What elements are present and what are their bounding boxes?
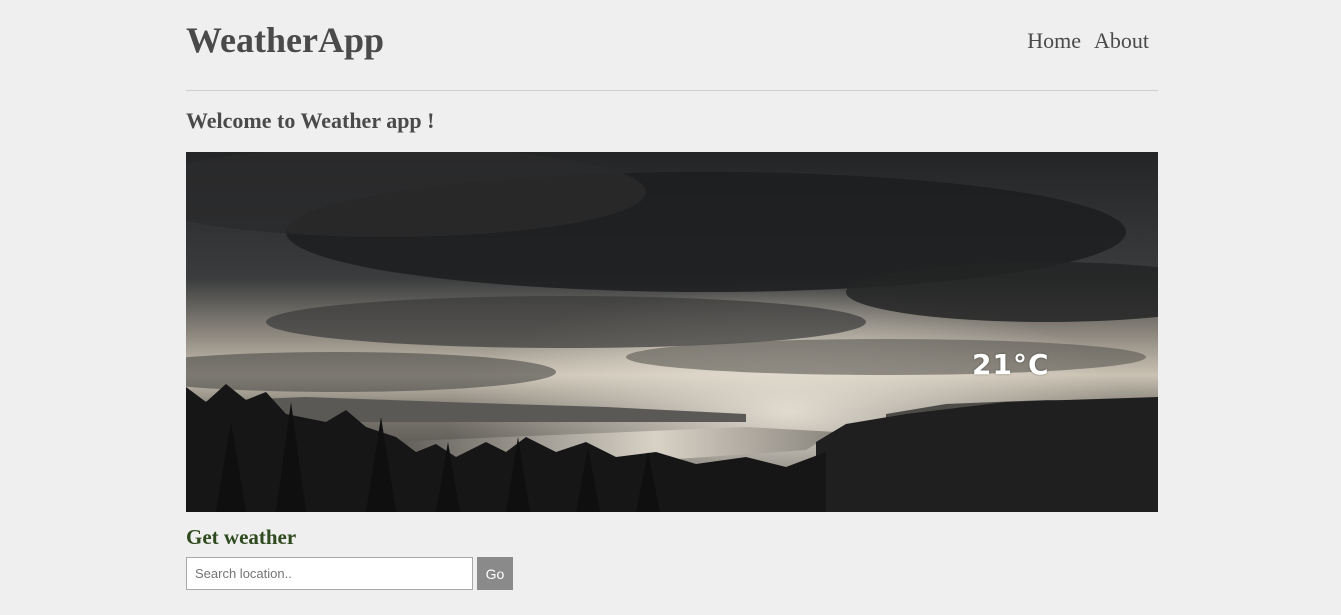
welcome-heading: Welcome to Weather app ! bbox=[186, 108, 435, 133]
main-nav: Home About bbox=[1027, 27, 1149, 55]
page-container: WeatherApp Home About Welcome to Weather… bbox=[186, 0, 1158, 615]
header-divider bbox=[186, 90, 1158, 91]
nav-home-link[interactable]: Home bbox=[1027, 27, 1081, 55]
hero-image: 21°C bbox=[186, 152, 1158, 512]
go-button[interactable]: Go bbox=[477, 557, 513, 590]
landscape-photo bbox=[186, 152, 1158, 512]
app-logo-title[interactable]: WeatherApp bbox=[186, 18, 384, 62]
header: WeatherApp Home About bbox=[186, 0, 1158, 91]
search-location-input[interactable] bbox=[186, 557, 473, 590]
temperature-readout: 21°C bbox=[972, 348, 1050, 381]
get-weather-heading: Get weather bbox=[186, 525, 297, 549]
nav-about-link[interactable]: About bbox=[1094, 27, 1149, 55]
